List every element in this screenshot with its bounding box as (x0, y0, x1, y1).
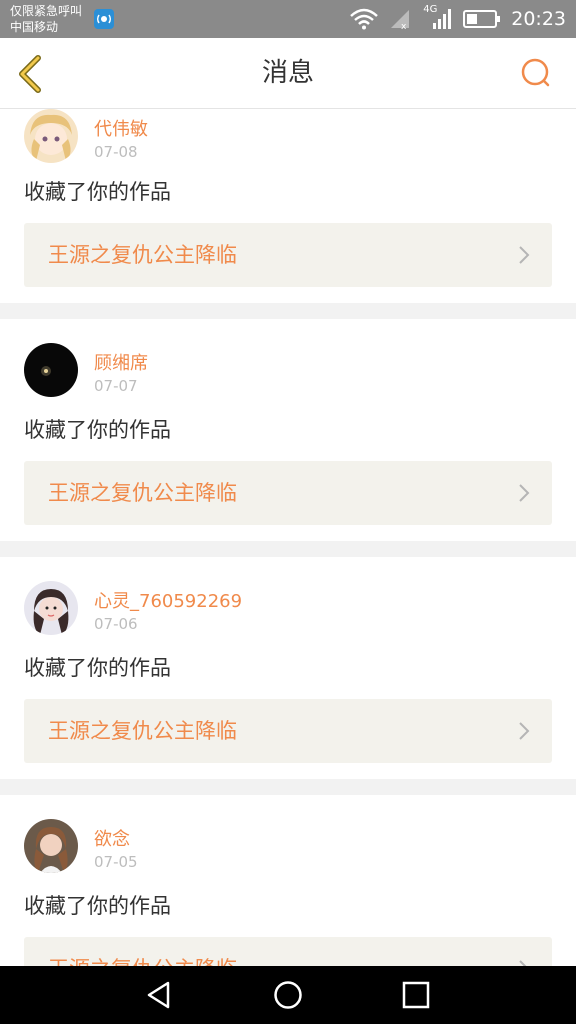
signal-4g-icon: 4G (423, 4, 453, 31)
chevron-right-icon (519, 246, 530, 264)
nav-back-button[interactable] (144, 980, 174, 1010)
battery-icon (463, 10, 501, 28)
username[interactable]: 心灵_760592269 (94, 587, 242, 613)
message-header: 代伟敏 07-08 (24, 109, 552, 173)
clock: 20:23 (511, 8, 566, 30)
chevron-right-icon (519, 960, 527, 966)
message-card: 顾缃席 07-07 收藏了你的作品 王源之复仇公主降临 (0, 319, 576, 541)
message-date: 07-07 (94, 377, 138, 395)
action-text: 收藏了你的作品 (24, 656, 171, 680)
back-triangle-icon (147, 981, 170, 1009)
work-title: 王源之复仇公主降临 (48, 243, 237, 267)
message-header: 欲念 07-05 (24, 819, 552, 887)
app-header: 消息 (0, 38, 576, 109)
message-card: 代伟敏 07-08 收藏了你的作品 王源之复仇公主降临 (0, 109, 576, 303)
avatar[interactable] (24, 343, 78, 397)
action-text: 收藏了你的作品 (24, 418, 171, 442)
message-list[interactable]: 代伟敏 07-08 收藏了你的作品 王源之复仇公主降临 顾缃席 07-07 收藏… (0, 109, 576, 966)
work-title: 王源之复仇公主降临 (48, 937, 237, 966)
emergency-text: 仅限紧急呼叫 (10, 4, 83, 18)
chevron-right-icon (519, 484, 530, 502)
action-text: 收藏了你的作品 (24, 894, 171, 918)
signal-off-icon: x (391, 10, 410, 30)
message-header: 顾缃席 07-07 (24, 343, 552, 411)
radar-app-icon (94, 9, 114, 29)
username[interactable]: 欲念 (94, 825, 130, 851)
message-date: 07-08 (94, 143, 138, 161)
work-link[interactable]: 王源之复仇公主降临 (24, 461, 552, 525)
home-circle-icon (274, 981, 302, 1009)
recents-square-icon (402, 981, 430, 1009)
work-title: 王源之复仇公主降临 (48, 719, 237, 743)
network-type: 4G (423, 4, 438, 15)
message-date: 07-06 (94, 615, 138, 633)
nav-recents-button[interactable] (401, 980, 431, 1010)
carrier-info: 仅限紧急呼叫 中国移动 (10, 3, 82, 35)
svg-text:x: x (401, 22, 407, 30)
avatar[interactable] (24, 109, 78, 163)
wifi-icon (350, 8, 379, 30)
nav-home-button[interactable] (273, 980, 303, 1010)
chevron-right-icon (519, 722, 530, 740)
username[interactable]: 代伟敏 (94, 115, 148, 141)
page-title: 消息 (261, 58, 314, 88)
action-text: 收藏了你的作品 (24, 180, 171, 204)
username[interactable]: 顾缃席 (94, 349, 148, 375)
avatar[interactable] (24, 581, 78, 635)
search-button[interactable] (516, 54, 556, 94)
search-icon (521, 58, 550, 87)
work-link[interactable]: 王源之复仇公主降临 (24, 223, 552, 287)
carrier-text: 中国移动 (10, 20, 59, 34)
message-header: 心灵_760592269 07-06 (24, 581, 552, 649)
message-date: 07-05 (94, 853, 138, 871)
message-card: 欲念 07-05 收藏了你的作品 王源之复仇公主降临 (0, 795, 576, 966)
work-title: 王源之复仇公主降临 (48, 481, 237, 505)
work-link[interactable]: 王源之复仇公主降临 (24, 699, 552, 763)
status-bar: 仅限紧急呼叫 中国移动 x 4G 20:23 (0, 0, 576, 38)
avatar[interactable] (24, 819, 78, 873)
system-nav-bar (0, 966, 576, 1024)
status-icons: x 4G 20:23 (349, 4, 566, 31)
work-link[interactable]: 王源之复仇公主降临 (24, 937, 552, 966)
message-card: 心灵_760592269 07-06 收藏了你的作品 王源之复仇公主降临 (0, 557, 576, 779)
